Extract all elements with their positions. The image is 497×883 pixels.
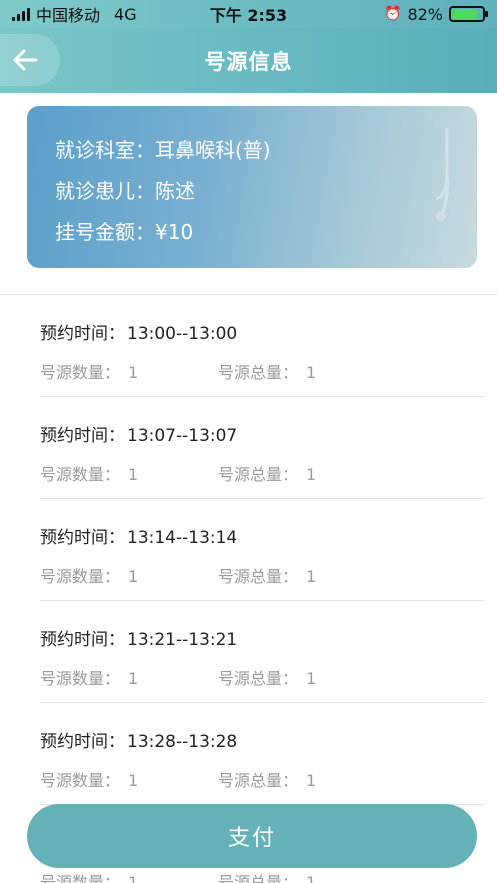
- fee-row: 挂号金额：¥10: [55, 216, 193, 245]
- slot-item[interactable]: 预约时间： 13:28--13:28 号源数量： 1 号源总量： 1: [40, 703, 484, 805]
- slot-total-value: 1: [306, 465, 317, 484]
- stethoscope-decoration: [436, 128, 449, 221]
- slot-time: 预约时间： 13:28--13:28: [40, 727, 237, 752]
- slot-total: 号源总量： 1: [218, 563, 316, 587]
- slot-total: 号源总量： 1: [218, 359, 316, 383]
- slot-time-label: 预约时间：: [40, 732, 125, 752]
- slot-total: 号源总量： 1: [218, 461, 316, 485]
- slot-count: 号源数量： 1: [40, 665, 138, 689]
- slot-count-label: 号源数量：: [40, 771, 121, 790]
- slot-total-label: 号源总量：: [218, 465, 299, 484]
- slot-time: 预约时间： 13:00--13:00: [40, 319, 237, 344]
- dept-row: 就诊科室：耳鼻喉科(普): [55, 134, 271, 163]
- slot-total: 号源总量： 1: [218, 665, 316, 689]
- appointment-info-card: 就诊科室：耳鼻喉科(普) 就诊患儿：陈述 挂号金额：¥10: [27, 106, 477, 268]
- status-bar: 中国移动 4G 下午 2:53 ⏰ 82%: [0, 0, 497, 28]
- slot-total: 号源总量： 1: [218, 869, 316, 883]
- dept-label: 就诊科室：: [55, 138, 155, 162]
- slot-total: 号源总量： 1: [218, 767, 316, 791]
- slot-count-value: 1: [128, 873, 139, 883]
- battery-percent: 82%: [407, 4, 443, 24]
- slot-time-value: 13:00--13:00: [127, 324, 238, 344]
- slot-item[interactable]: 预约时间： 13:14--13:14 号源数量： 1 号源总量： 1: [40, 499, 484, 601]
- slot-time-value: 13:07--13:07: [127, 426, 238, 446]
- slot-count: 号源数量： 1: [40, 461, 138, 485]
- slot-count-label: 号源数量：: [40, 363, 121, 382]
- fee-value: ¥10: [155, 220, 194, 244]
- slot-total-value: 1: [306, 567, 317, 586]
- slot-total-label: 号源总量：: [218, 771, 299, 790]
- slot-count: 号源数量： 1: [40, 767, 138, 791]
- slot-total-label: 号源总量：: [218, 669, 299, 688]
- network-type: 4G: [114, 4, 137, 24]
- patient-label: 就诊患儿：: [55, 179, 155, 203]
- slot-total-value: 1: [306, 873, 317, 883]
- slot-total-label: 号源总量：: [218, 567, 299, 586]
- slot-count-label: 号源数量：: [40, 873, 121, 883]
- slot-time-label: 预约时间：: [40, 324, 125, 344]
- nav-bar: 号源信息: [0, 28, 497, 93]
- slot-count-label: 号源数量：: [40, 465, 121, 484]
- slot-time-value: 13:28--13:28: [127, 732, 238, 752]
- status-left: 中国移动 4G: [12, 2, 137, 26]
- slot-time-value: 13:14--13:14: [127, 528, 238, 548]
- slot-time: 预约时间： 13:07--13:07: [40, 421, 237, 446]
- slot-total-label: 号源总量：: [218, 873, 299, 883]
- slot-time: 预约时间： 13:14--13:14: [40, 523, 237, 548]
- slot-count-value: 1: [128, 669, 139, 688]
- arrow-left-icon: [13, 49, 38, 71]
- slot-count: 号源数量： 1: [40, 359, 138, 383]
- slot-total-value: 1: [306, 771, 317, 790]
- slot-count-label: 号源数量：: [40, 567, 121, 586]
- slot-time-value: 13:21--13:21: [127, 630, 238, 650]
- pay-button[interactable]: 支付: [27, 804, 477, 868]
- slot-item[interactable]: 预约时间： 13:07--13:07 号源数量： 1 号源总量： 1: [40, 397, 484, 499]
- slot-item[interactable]: 预约时间： 13:21--13:21 号源数量： 1 号源总量： 1: [40, 601, 484, 703]
- slot-total-value: 1: [306, 669, 317, 688]
- fee-label: 挂号金额：: [55, 220, 155, 244]
- dept-value: 耳鼻喉科(普): [155, 138, 271, 162]
- slot-time-label: 预约时间：: [40, 630, 125, 650]
- slot-total-value: 1: [306, 363, 317, 382]
- alarm-icon: ⏰: [384, 6, 402, 22]
- slot-count-label: 号源数量：: [40, 669, 121, 688]
- slot-total-label: 号源总量：: [218, 363, 299, 382]
- slot-item[interactable]: 预约时间： 13:00--13:00 号源数量： 1 号源总量： 1: [40, 295, 484, 397]
- slot-count-value: 1: [128, 465, 139, 484]
- back-button[interactable]: [0, 34, 60, 86]
- slot-time-label: 预约时间：: [40, 528, 125, 548]
- slot-count-value: 1: [128, 363, 139, 382]
- patient-value: 陈述: [155, 179, 195, 203]
- patient-row: 就诊患儿：陈述: [55, 175, 195, 204]
- slot-time: 预约时间： 13:21--13:21: [40, 625, 237, 650]
- status-right: ⏰ 82%: [384, 4, 488, 24]
- battery-icon: [449, 6, 488, 22]
- slot-time-label: 预约时间：: [40, 426, 125, 446]
- page-title: 号源信息: [204, 49, 293, 74]
- carrier-name: 中国移动: [36, 6, 101, 25]
- slot-count-value: 1: [128, 771, 139, 790]
- slot-count: 号源数量： 1: [40, 869, 138, 883]
- slot-count: 号源数量： 1: [40, 563, 138, 587]
- battery-fill: [452, 9, 477, 19]
- slot-count-value: 1: [128, 567, 139, 586]
- signal-icon: [12, 7, 30, 21]
